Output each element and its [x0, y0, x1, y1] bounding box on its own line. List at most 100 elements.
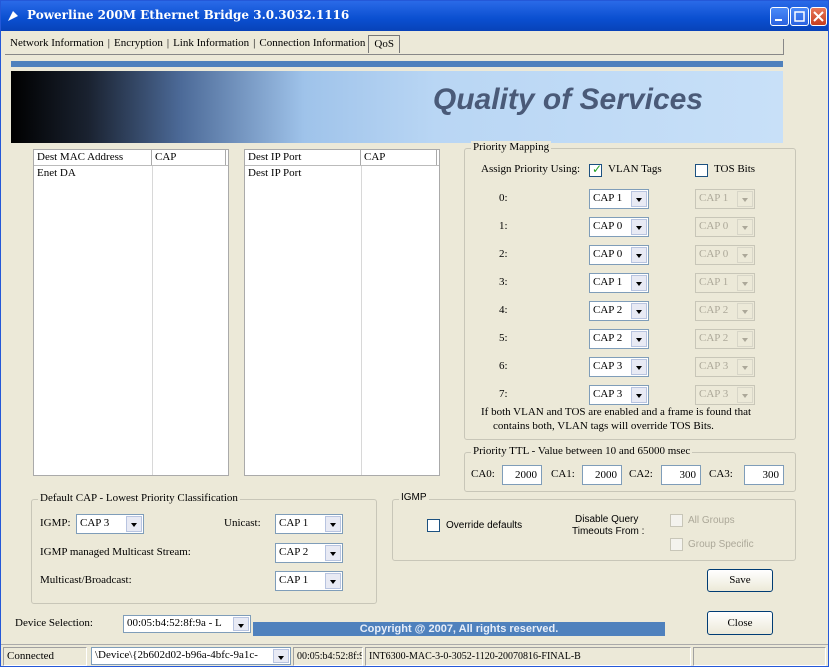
- tab-qos[interactable]: QoS: [368, 35, 400, 53]
- priority-2-label: 2:: [499, 248, 508, 260]
- check-icon: ✓: [592, 162, 603, 176]
- igmp-stream-cap-select[interactable]: CAP 2: [275, 543, 343, 563]
- chevron-down-icon[interactable]: [737, 331, 753, 347]
- chevron-down-icon[interactable]: [631, 303, 647, 319]
- unicast-cap-select[interactable]: CAP 1: [275, 514, 343, 534]
- chevron-down-icon[interactable]: [631, 387, 647, 403]
- accent-strip: [11, 61, 783, 67]
- status-firmware: INT6300-MAC-3-0-3052-1120-20070816-FINAL…: [365, 647, 691, 666]
- tos-priority-4-select[interactable]: CAP 2: [695, 301, 755, 321]
- table-row[interactable]: Enet DA: [34, 166, 228, 180]
- column-header[interactable]: Dest IP Port: [245, 150, 361, 165]
- tab-connection-information[interactable]: Connection Information: [256, 37, 368, 49]
- chevron-down-icon[interactable]: [631, 331, 647, 347]
- all-groups-checkbox[interactable]: [670, 514, 683, 527]
- tab-link-information[interactable]: Link Information: [170, 37, 252, 49]
- chevron-down-icon[interactable]: [737, 247, 753, 263]
- ca2-field[interactable]: 300: [661, 465, 701, 485]
- ca0-label: CA0:: [471, 468, 495, 480]
- chevron-down-icon[interactable]: [273, 649, 289, 663]
- vlan-priority-2-select[interactable]: CAP 0: [589, 245, 649, 265]
- table-cell: Dest IP Port: [248, 167, 302, 179]
- select-value: \Device\{2b602d02-b96a-4bfc-9a1c-: [95, 649, 258, 661]
- tab-network-information[interactable]: Network Information: [7, 37, 107, 49]
- tos-bits-checkbox[interactable]: [695, 164, 708, 177]
- chevron-down-icon[interactable]: [737, 303, 753, 319]
- chevron-down-icon[interactable]: [631, 191, 647, 207]
- tos-priority-5-select[interactable]: CAP 2: [695, 329, 755, 349]
- vlan-priority-1-select[interactable]: CAP 0: [589, 217, 649, 237]
- ca3-field[interactable]: 300: [744, 465, 784, 485]
- igmp-group: IGMP Override defaults Disable Query Tim…: [392, 492, 796, 561]
- vlan-priority-7-select[interactable]: CAP 3: [589, 385, 649, 405]
- ca0-field[interactable]: 2000: [502, 465, 542, 485]
- chevron-down-icon[interactable]: [631, 219, 647, 235]
- chevron-down-icon[interactable]: [325, 545, 341, 561]
- ca1-label: CA1:: [551, 468, 575, 480]
- qos-banner: Quality of Services: [11, 71, 783, 143]
- close-icon: [813, 11, 824, 22]
- device-path-select[interactable]: \Device\{2b602d02-b96a-4bfc-9a1c-: [91, 647, 291, 665]
- chevron-down-icon[interactable]: [737, 219, 753, 235]
- priority-mapping-group: Priority Mapping Assign Priority Using: …: [464, 141, 796, 440]
- priority-6-label: 6:: [499, 360, 508, 372]
- group-specific-checkbox[interactable]: [670, 538, 683, 551]
- override-defaults-checkbox[interactable]: [427, 519, 440, 532]
- tab-divider: [5, 54, 783, 55]
- list-header: Dest MAC Address CAP: [34, 150, 228, 166]
- tab-encryption[interactable]: Encryption: [111, 37, 166, 49]
- tos-priority-6-select[interactable]: CAP 3: [695, 357, 755, 377]
- vlan-priority-4-select[interactable]: CAP 2: [589, 301, 649, 321]
- mac-address-list[interactable]: Dest MAC Address CAP Enet DA: [33, 149, 229, 476]
- tos-priority-7-select[interactable]: CAP 3: [695, 385, 755, 405]
- chevron-down-icon[interactable]: [737, 275, 753, 291]
- select-value: CAP 1: [279, 574, 309, 586]
- minimize-button[interactable]: [770, 7, 789, 26]
- vlan-priority-0-select[interactable]: CAP 1: [589, 189, 649, 209]
- chevron-down-icon[interactable]: [325, 573, 341, 589]
- tos-priority-1-select[interactable]: CAP 0: [695, 217, 755, 237]
- column-header[interactable]: Dest MAC Address: [34, 150, 152, 165]
- ip-port-list[interactable]: Dest IP Port CAP Dest IP Port: [244, 149, 440, 476]
- vlan-priority-6-select[interactable]: CAP 3: [589, 357, 649, 377]
- tos-priority-3-select[interactable]: CAP 1: [695, 273, 755, 293]
- select-value: CAP 3: [699, 388, 729, 400]
- chevron-down-icon[interactable]: [233, 617, 249, 631]
- tos-priority-2-select[interactable]: CAP 0: [695, 245, 755, 265]
- tos-priority-0-select[interactable]: CAP 1: [695, 189, 755, 209]
- save-button[interactable]: Save: [707, 569, 773, 592]
- select-value: CAP 2: [593, 304, 623, 316]
- override-note-line-2: contains both, VLAN tags will override T…: [493, 420, 714, 432]
- multicast-cap-select[interactable]: CAP 1: [275, 571, 343, 591]
- igmp-cap-select[interactable]: CAP 3: [76, 514, 144, 534]
- connection-status: Connected: [3, 647, 87, 666]
- table-row[interactable]: Dest IP Port: [245, 166, 439, 180]
- chevron-down-icon[interactable]: [126, 516, 142, 532]
- group-legend: IGMP: [399, 492, 429, 503]
- chevron-down-icon[interactable]: [631, 359, 647, 375]
- column-header[interactable]: CAP: [152, 150, 226, 165]
- chevron-down-icon[interactable]: [631, 275, 647, 291]
- table-cell: [152, 166, 226, 180]
- chevron-down-icon[interactable]: [631, 247, 647, 263]
- vlan-tags-label: VLAN Tags: [608, 163, 662, 175]
- column-divider: [152, 166, 153, 475]
- priority-ttl-group: Priority TTL - Value between 10 and 6500…: [464, 445, 796, 492]
- vlan-priority-3-select[interactable]: CAP 1: [589, 273, 649, 293]
- column-header[interactable]: CAP: [361, 150, 437, 165]
- vlan-tags-checkbox[interactable]: ✓: [589, 162, 603, 177]
- chevron-down-icon[interactable]: [737, 387, 753, 403]
- close-window-button[interactable]: [810, 7, 827, 26]
- list-header: Dest IP Port CAP: [245, 150, 439, 166]
- vlan-priority-5-select[interactable]: CAP 2: [589, 329, 649, 349]
- close-button[interactable]: Close: [707, 611, 773, 635]
- ca1-field[interactable]: 2000: [582, 465, 622, 485]
- select-value: CAP 1: [593, 276, 623, 288]
- chevron-down-icon[interactable]: [737, 359, 753, 375]
- title-bar[interactable]: Powerline 200M Ethernet Bridge 3.0.3032.…: [1, 1, 828, 31]
- chevron-down-icon[interactable]: [325, 516, 341, 532]
- chevron-down-icon[interactable]: [737, 191, 753, 207]
- maximize-button[interactable]: [790, 7, 809, 26]
- copyright-text: Copyright @ 2007, All rights reserved.: [253, 622, 665, 636]
- device-selection-select[interactable]: 00:05:b4:52:8f:9a - L: [123, 615, 251, 633]
